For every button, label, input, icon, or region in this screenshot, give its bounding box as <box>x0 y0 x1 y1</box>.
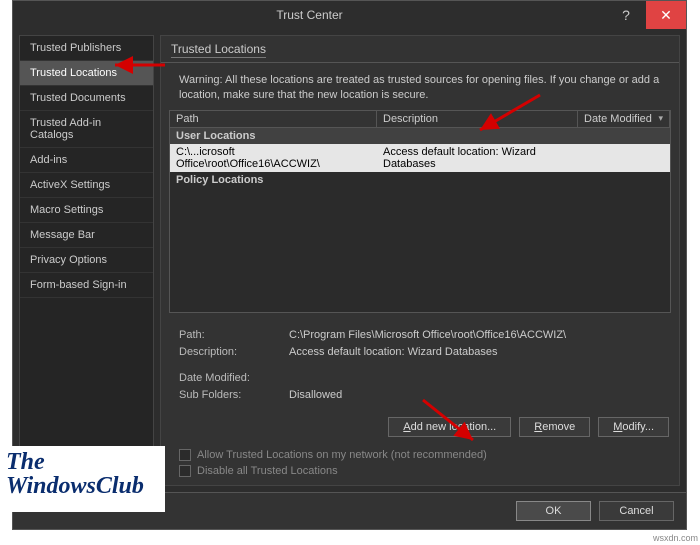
locations-list[interactable] <box>169 188 671 313</box>
row-path: C:\...icrosoft Office\root\Office16\ACCW… <box>170 144 377 172</box>
sidebar-item-trusted-publishers[interactable]: Trusted Publishers <box>20 36 153 61</box>
sidebar-item-privacy-options[interactable]: Privacy Options <box>20 248 153 273</box>
titlebar: Trust Center ? ✕ <box>13 1 686 29</box>
modify-button[interactable]: Modify... <box>598 417 669 437</box>
detail-desc-label: Description: <box>179 344 289 362</box>
detail-subfolders-label: Sub Folders: <box>179 387 289 405</box>
checkbox-icon[interactable] <box>179 465 191 477</box>
detail-desc-value: Access default location: Wizard Database… <box>289 344 498 362</box>
source-watermark: wsxdn.com <box>653 533 698 543</box>
allow-network-label: Allow Trusted Locations on my network (n… <box>197 449 487 461</box>
close-button[interactable]: ✕ <box>646 1 686 29</box>
row-description: Access default location: Wizard Database… <box>377 144 578 172</box>
sidebar-item-message-bar[interactable]: Message Bar <box>20 223 153 248</box>
section-heading: Trusted Locations <box>161 36 679 63</box>
sidebar-item-activex-settings[interactable]: ActiveX Settings <box>20 173 153 198</box>
group-policy-locations: Policy Locations <box>169 172 671 188</box>
titlebar-buttons: ? ✕ <box>606 1 686 29</box>
content-area: Trusted Publishers Trusted Locations Tru… <box>13 29 686 492</box>
table-row[interactable]: C:\...icrosoft Office\root\Office16\ACCW… <box>169 144 671 172</box>
remove-button[interactable]: Remove <box>519 417 590 437</box>
detail-path-value: C:\Program Files\Microsoft Office\root\O… <box>289 327 566 345</box>
group-user-locations: User Locations <box>169 128 671 144</box>
sidebar-item-addins[interactable]: Add-ins <box>20 148 153 173</box>
ok-button[interactable]: OK <box>516 501 591 521</box>
sidebar-item-macro-settings[interactable]: Macro Settings <box>20 198 153 223</box>
disable-all-label: Disable all Trusted Locations <box>197 465 338 477</box>
watermark-logo: The WindowsClub <box>0 446 165 512</box>
table-header: Path Description Date Modified <box>169 110 671 128</box>
sidebar-item-trusted-documents[interactable]: Trusted Documents <box>20 86 153 111</box>
sidebar: Trusted Publishers Trusted Locations Tru… <box>19 35 154 486</box>
detail-subfolders-value: Disallowed <box>289 387 342 405</box>
detail-date-label: Date Modified: <box>179 370 289 388</box>
row-date <box>578 144 670 172</box>
allow-network-checkbox-row[interactable]: Allow Trusted Locations on my network (n… <box>161 447 679 463</box>
checkbox-icon[interactable] <box>179 449 191 461</box>
location-buttons: Add new location... Remove Modify... <box>161 413 679 447</box>
sidebar-item-trusted-locations[interactable]: Trusted Locations <box>20 61 153 86</box>
column-description[interactable]: Description <box>377 111 578 127</box>
sidebar-item-form-based-signin[interactable]: Form-based Sign-in <box>20 273 153 298</box>
help-button[interactable]: ? <box>606 1 646 29</box>
warning-text: Warning: All these locations are treated… <box>161 63 679 110</box>
window-title: Trust Center <box>13 8 606 22</box>
details-panel: Path:C:\Program Files\Microsoft Office\r… <box>161 319 679 413</box>
main-panel: Trusted Locations Warning: All these loc… <box>160 35 680 486</box>
cancel-button[interactable]: Cancel <box>599 501 674 521</box>
add-new-location-button[interactable]: Add new location... <box>388 417 511 437</box>
detail-path-label: Path: <box>179 327 289 345</box>
sidebar-item-trusted-addin-catalogs[interactable]: Trusted Add-in Catalogs <box>20 111 153 148</box>
column-date-modified[interactable]: Date Modified <box>578 111 670 127</box>
disable-all-checkbox-row[interactable]: Disable all Trusted Locations <box>161 463 679 485</box>
column-path[interactable]: Path <box>170 111 377 127</box>
